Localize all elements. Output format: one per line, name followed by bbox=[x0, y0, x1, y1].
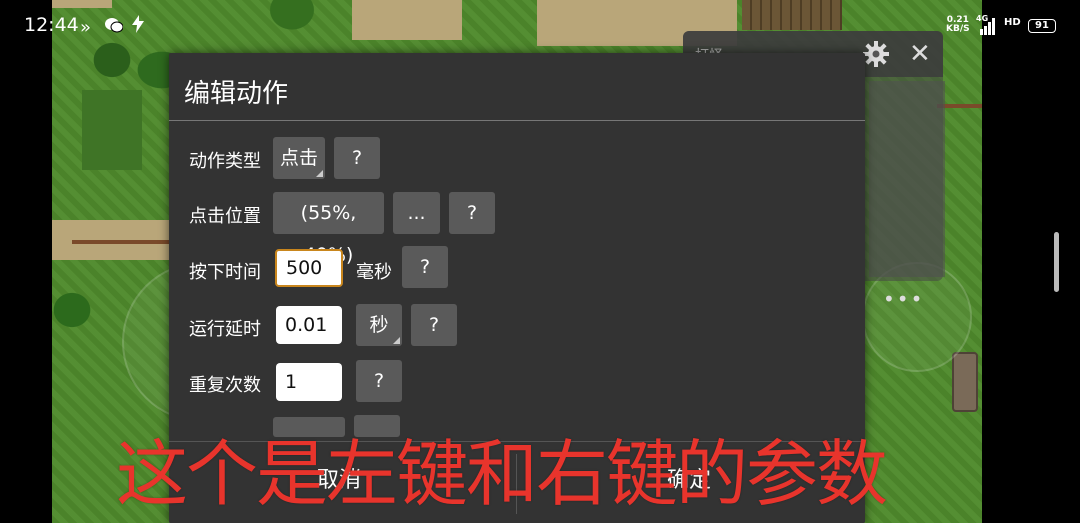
network-speed: 0.21 KB/S bbox=[946, 15, 970, 34]
more-icon[interactable]: ••• bbox=[883, 287, 924, 311]
click-position-label: 点击位置 bbox=[189, 206, 261, 227]
action-type-help-button[interactable]: ? bbox=[334, 137, 380, 179]
click-position-value-button[interactable]: (55%, 40%) bbox=[273, 192, 384, 266]
repeat-count-label: 重复次数 bbox=[189, 375, 261, 396]
cliff-edge bbox=[72, 240, 172, 244]
side-scroll-handle[interactable] bbox=[1054, 232, 1059, 292]
network-type: 4G bbox=[976, 14, 989, 23]
battery-icon: 91 bbox=[1028, 19, 1056, 33]
double-chevron-icon: » bbox=[80, 17, 96, 38]
press-time-unit: 毫秒 bbox=[356, 262, 392, 283]
hd-icon: HD bbox=[1004, 17, 1021, 28]
run-delay-label: 运行延时 bbox=[189, 319, 261, 340]
click-position-help-button[interactable]: ? bbox=[449, 192, 495, 234]
run-delay-unit-value: 秒 bbox=[369, 314, 389, 336]
clock: 12:44 bbox=[24, 14, 79, 36]
flash-icon bbox=[132, 15, 145, 38]
action-type-dropdown[interactable]: 点击 bbox=[273, 137, 325, 179]
run-delay-help-button[interactable]: ? bbox=[411, 304, 457, 346]
caption-overlay: 这个是左键和右键的参数 bbox=[116, 432, 888, 516]
tree-stump bbox=[952, 352, 978, 412]
run-delay-input[interactable]: 0.01 bbox=[276, 306, 342, 344]
action-type-value: 点击 bbox=[279, 147, 318, 169]
press-time-help-button[interactable]: ? bbox=[402, 246, 448, 288]
wechat-icon bbox=[104, 17, 133, 38]
press-time-input[interactable]: 500 bbox=[275, 249, 343, 287]
click-position-pick-button[interactable]: ... bbox=[393, 192, 440, 234]
gear-icon[interactable] bbox=[863, 41, 889, 67]
repeat-count-help-button[interactable]: ? bbox=[356, 360, 402, 402]
battery-level: 91 bbox=[1035, 20, 1049, 31]
dialog-title: 编辑动作 bbox=[184, 79, 289, 109]
close-icon[interactable]: ✕ bbox=[909, 41, 931, 67]
repeat-count-input[interactable]: 1 bbox=[276, 363, 342, 401]
divider bbox=[169, 120, 865, 121]
run-delay-unit-dropdown[interactable]: 秒 bbox=[356, 304, 402, 346]
grass-patch bbox=[82, 90, 142, 170]
notification-icons: » bbox=[80, 15, 145, 38]
action-type-label: 动作类型 bbox=[189, 151, 261, 172]
floating-panel-body bbox=[869, 81, 945, 277]
press-time-label: 按下时间 bbox=[189, 262, 261, 283]
